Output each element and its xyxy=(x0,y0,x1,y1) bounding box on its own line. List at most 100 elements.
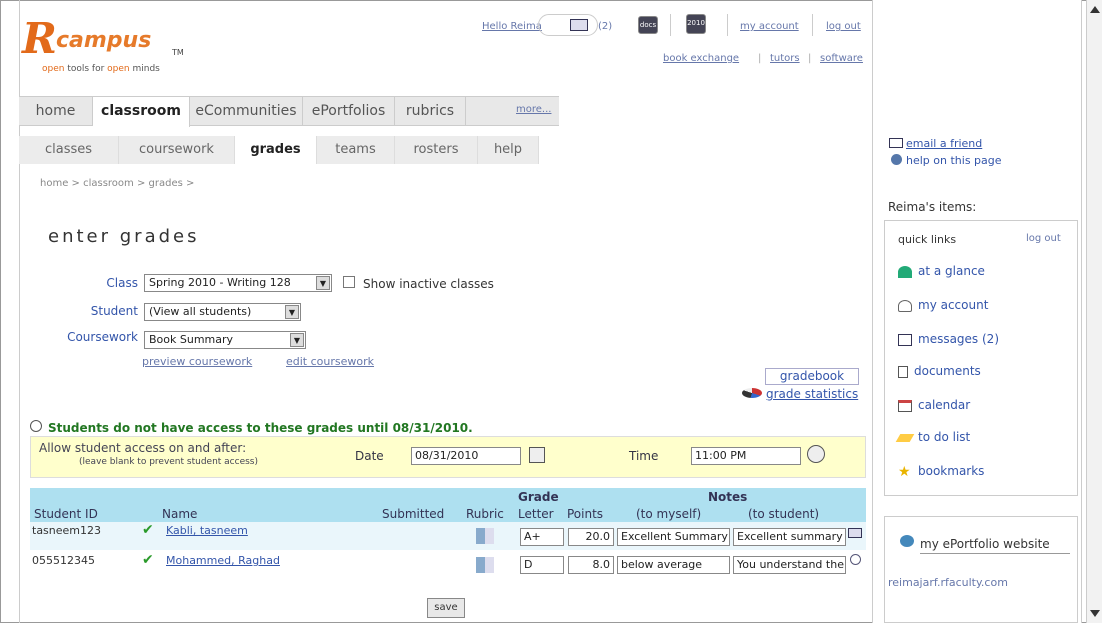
envelope-icon xyxy=(898,333,912,346)
sidebar-item-my-account[interactable]: my account xyxy=(898,298,988,312)
show-inactive-checkbox[interactable] xyxy=(343,276,355,288)
edit-coursework-link[interactable]: edit coursework xyxy=(286,355,374,368)
calendar-icon xyxy=(898,399,912,412)
access-title: Allow student access on and after: xyxy=(39,441,247,455)
student-label: Student xyxy=(90,304,138,318)
student-id: 055512345 xyxy=(32,554,95,567)
rubric-icon[interactable] xyxy=(476,528,494,544)
sidebar-item-at-a-glance[interactable]: at a glance xyxy=(898,264,985,278)
scroll-up-arrow-icon[interactable] xyxy=(1090,6,1100,13)
sub-tabs: classes coursework grades teams rosters … xyxy=(19,136,539,164)
points-input[interactable]: 8.0 xyxy=(568,556,614,574)
tab-rosters[interactable]: rosters xyxy=(395,136,478,164)
points-input[interactable]: 20.0 xyxy=(568,528,614,546)
tab-eportfolios[interactable]: ePortfolios xyxy=(303,97,395,126)
separator xyxy=(812,14,813,36)
tutors-link[interactable]: tutors xyxy=(770,53,800,64)
quick-links-title: quick links xyxy=(898,233,957,246)
info-icon xyxy=(30,420,42,432)
class-select[interactable]: Spring 2010 - Writing 128 ▼ xyxy=(144,274,332,292)
save-button[interactable]: save xyxy=(427,598,465,618)
student-id: tasneem123 xyxy=(32,524,102,537)
messages-count[interactable]: (2) xyxy=(598,21,612,32)
tab-rubrics[interactable]: rubrics xyxy=(395,97,466,126)
coursework-label: Coursework xyxy=(67,330,138,344)
note-student-input[interactable]: You understand the xyxy=(733,556,846,574)
col-name: Name xyxy=(162,507,198,521)
letter-grade-input[interactable]: A+ xyxy=(520,528,564,546)
more-tabs-link[interactable]: more... xyxy=(516,104,551,115)
messages-pill[interactable] xyxy=(538,14,598,36)
sidebar-item-bookmarks[interactable]: ★ bookmarks xyxy=(898,464,984,479)
tab-grades[interactable]: grades xyxy=(235,136,317,164)
student-name-link[interactable]: Mohammed, Raghad xyxy=(166,554,280,567)
user-icon xyxy=(898,299,912,312)
rcampus-logo[interactable]: R campus TM open tools for open minds xyxy=(22,14,184,74)
documents-icon[interactable]: docs xyxy=(638,16,658,34)
tab-teams[interactable]: teams xyxy=(317,136,395,164)
my-account-link[interactable]: my account xyxy=(740,21,799,32)
tab-coursework[interactable]: coursework xyxy=(119,136,235,164)
logo-tagline: open tools for open minds xyxy=(42,64,160,74)
checkmark-icon: ✔ xyxy=(142,552,154,568)
calendar-picker-icon[interactable] xyxy=(529,447,545,463)
time-label: Time xyxy=(629,449,659,463)
info-icon[interactable] xyxy=(850,554,861,565)
hello-user-link[interactable]: Hello Reima xyxy=(482,21,542,32)
eportfolio-url-link[interactable]: reimajarf.rfaculty.com xyxy=(888,576,1008,589)
log-out-link[interactable]: log out xyxy=(826,21,861,32)
breadcrumb[interactable]: home > classroom > grades > xyxy=(40,178,194,189)
tab-classroom[interactable]: classroom xyxy=(93,97,190,127)
software-link[interactable]: software xyxy=(820,53,863,64)
date-input[interactable]: 08/31/2010 xyxy=(411,447,521,465)
grade-statistics-link[interactable]: grade statistics xyxy=(766,387,858,401)
quick-links-box xyxy=(884,220,1078,496)
student-name-link[interactable]: Kabli, tasneem xyxy=(166,524,248,537)
note-self-input[interactable]: Excellent Summary xyxy=(617,528,730,546)
note-student-input[interactable]: Excellent summary xyxy=(733,528,846,546)
pie-chart-icon xyxy=(742,388,762,398)
col-student-id: Student ID xyxy=(34,507,98,521)
note-self-input[interactable]: below average xyxy=(617,556,730,574)
time-input[interactable]: 11:00 PM xyxy=(691,447,801,465)
calendar-icon[interactable]: 2010 xyxy=(686,14,706,34)
envelope-icon[interactable] xyxy=(848,528,862,538)
rubric-icon[interactable] xyxy=(476,557,494,573)
chevron-down-icon: ▼ xyxy=(290,333,304,347)
preview-coursework-link[interactable]: preview coursework xyxy=(142,355,252,368)
vertical-scrollbar[interactable] xyxy=(1086,0,1102,623)
letter-grade-input[interactable]: D xyxy=(520,556,564,574)
gradebook-button[interactable]: gradebook xyxy=(765,368,859,385)
student-select[interactable]: (View all students) ▼ xyxy=(144,303,301,321)
book-exchange-link[interactable]: book exchange xyxy=(663,53,739,64)
tab-ecommunities[interactable]: eCommunities xyxy=(190,97,303,126)
envelope-icon[interactable] xyxy=(570,19,588,31)
class-label: Class xyxy=(106,276,138,290)
sidebar-item-to-do-list[interactable]: to do list xyxy=(895,430,970,444)
help-page-link[interactable]: help on this page xyxy=(906,154,1002,167)
scroll-down-arrow-icon[interactable] xyxy=(1090,610,1100,617)
eportfolio-box xyxy=(884,516,1078,623)
col-letter: Letter xyxy=(518,507,554,521)
items-title: Reima's items: xyxy=(888,200,977,214)
help-icon xyxy=(891,154,902,165)
clock-icon[interactable] xyxy=(807,445,825,463)
col-submitted: Submitted xyxy=(382,507,445,521)
tab-help[interactable]: help xyxy=(478,136,539,164)
sidebar-item-calendar[interactable]: calendar xyxy=(898,398,970,412)
tab-classes[interactable]: classes xyxy=(19,136,119,164)
documents-icon xyxy=(898,365,908,378)
sidebar-item-documents[interactable]: documents xyxy=(898,364,981,378)
date-label: Date xyxy=(355,449,384,463)
sidebar-item-messages[interactable]: messages (2) xyxy=(898,332,999,346)
access-hint: (leave blank to prevent student access) xyxy=(79,457,259,467)
logo-word: campus xyxy=(56,28,152,53)
sidebar-log-out-link[interactable]: log out xyxy=(1026,233,1061,244)
access-notice: Students do not have access to these gra… xyxy=(48,421,473,435)
email-friend-link[interactable]: email a friend xyxy=(906,137,982,150)
separator xyxy=(727,14,728,36)
coursework-select[interactable]: Book Summary ▼ xyxy=(144,331,306,349)
col-rubric: Rubric xyxy=(466,507,504,521)
tab-home[interactable]: home xyxy=(19,97,93,126)
globe-icon xyxy=(900,535,914,547)
